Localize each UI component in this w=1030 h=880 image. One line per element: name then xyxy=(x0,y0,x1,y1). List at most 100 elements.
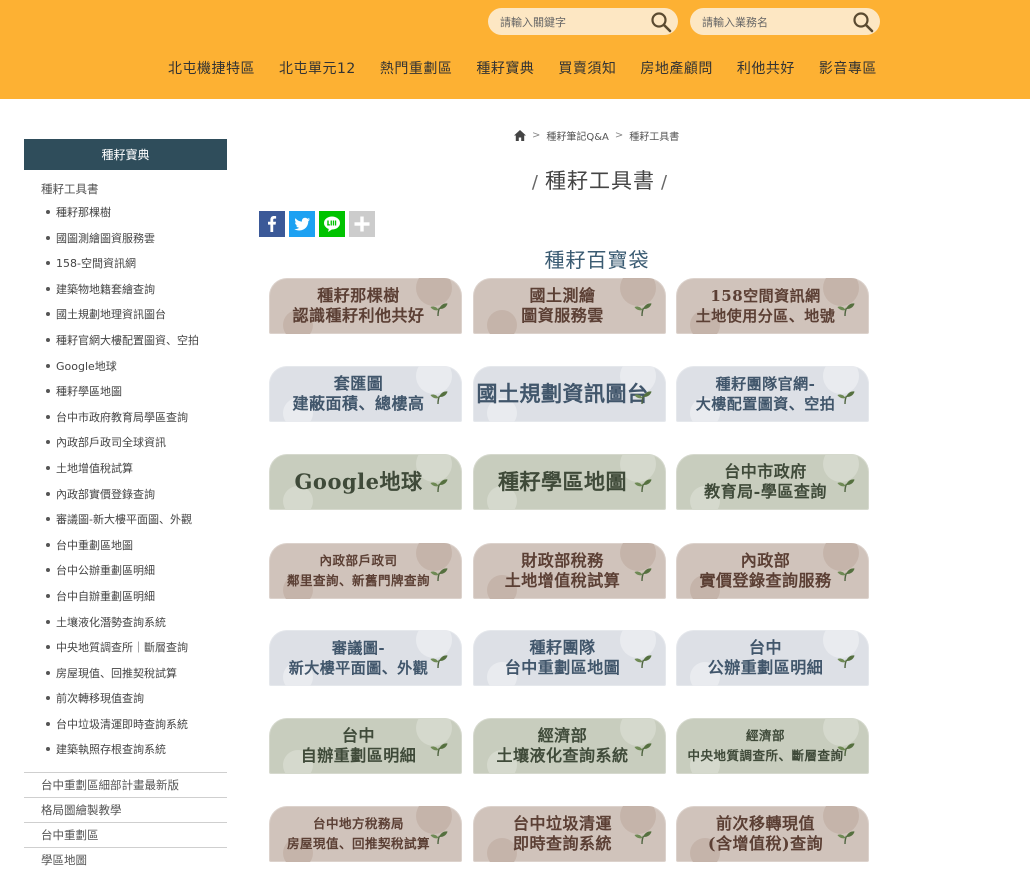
tile-line: 土壤液化查詢系統 xyxy=(496,746,629,765)
sidebar-sub-item[interactable]: 中央地質調查所｜斷層查詢 xyxy=(24,635,227,661)
facebook-share-button[interactable] xyxy=(259,211,285,237)
sidebar-sub-item[interactable]: 種耔學區地圖 xyxy=(24,379,227,405)
sidebar-sub-item[interactable]: Google地球 xyxy=(24,354,227,380)
sprout-icon xyxy=(837,831,855,844)
breadcrumb-current: 種耔工具書 xyxy=(629,132,680,143)
tool-tile[interactable]: 內政部戶政司鄰里查詢、新舊門牌查詢 xyxy=(269,543,462,599)
bullet-icon xyxy=(46,593,50,598)
tool-tile[interactable]: 台中市政府 教育局-學區查詢 xyxy=(676,454,869,510)
search-icon[interactable] xyxy=(852,11,874,33)
sidebar-sub-item[interactable]: 建築執照存根查詢系統 xyxy=(24,737,227,763)
sidebar-sub-item[interactable]: 內政部戶政司全球資訊 xyxy=(24,430,227,456)
sprout-icon xyxy=(430,479,448,492)
bullet-icon xyxy=(46,645,50,650)
bullet-icon xyxy=(46,747,50,752)
more-share-button[interactable] xyxy=(349,211,375,237)
sidebar-sub-item[interactable]: 建築物地籍套繪查詢 xyxy=(24,277,227,303)
tool-tile[interactable]: 套匯圖 建蔽面積、總樓高 xyxy=(269,366,462,422)
sidebar-sub-item[interactable]: 台中自辦重劃區明細 xyxy=(24,584,227,610)
keyword-search-input[interactable] xyxy=(498,11,652,34)
tool-tile[interactable]: 台中 自辦重劃區明細 xyxy=(269,718,462,774)
bullet-icon xyxy=(46,235,50,240)
tile-line: 內政部戶政司 xyxy=(319,553,398,568)
tool-tile[interactable]: 經濟部 中央地質調查所、斷層查詢 xyxy=(676,718,869,774)
sprout-icon xyxy=(837,568,855,581)
sidebar-sub-item-label: 台中公辦重劃區明細 xyxy=(56,564,155,578)
bullet-icon xyxy=(46,389,50,394)
sidebar-sub-item[interactable]: 台中垃圾清運即時查詢系統 xyxy=(24,712,227,738)
sidebar-sub-item-label: 158-空間資訊網 xyxy=(56,257,136,271)
sidebar-sub-item[interactable]: 土地增值稅試算 xyxy=(24,456,227,482)
tool-tile[interactable]: 種耔學區地圖 xyxy=(473,454,666,510)
tile-line: Google地球 xyxy=(294,469,423,494)
nav-item[interactable]: 利他共好 xyxy=(737,58,795,78)
sidebar-sub-item[interactable]: 台中公辦重劃區明細 xyxy=(24,558,227,584)
nav-item[interactable]: 買賣須知 xyxy=(558,58,616,78)
tile-line: 圖資服務雲 xyxy=(521,306,604,325)
tile-line: 鄰里查詢、新舊門牌查詢 xyxy=(286,573,430,588)
sidebar-sub-item[interactable]: 國土規劃地理資訊圖台 xyxy=(24,302,227,328)
tile-line: 國土測繪 xyxy=(529,286,596,305)
tool-tile[interactable]: 種耔團隊 台中重劃區地圖 xyxy=(473,630,666,686)
sidebar-sub-item[interactable]: 種耔那棵樹 xyxy=(24,200,227,226)
tile-line: 經濟部 xyxy=(537,726,588,745)
breadcrumb-link[interactable]: 種耔筆記Q&A xyxy=(546,128,609,143)
tool-tile[interactable]: 財政部稅務 土地增值稅試算 xyxy=(473,543,666,599)
sidebar-main-item[interactable]: 格局圖繪製教學 xyxy=(24,797,227,822)
sidebar-sub-item-label: Google地球 xyxy=(56,359,117,373)
sidebar-main-item[interactable]: 台中重劃區細部計畫最新版 xyxy=(24,772,227,797)
sidebar-sub-item[interactable]: 土壤液化潛勢查詢系統 xyxy=(24,610,227,636)
bullet-icon xyxy=(46,721,50,726)
bullet-icon xyxy=(46,363,50,368)
bullet-icon xyxy=(46,440,50,445)
tool-tile[interactable]: 國土測繪 圖資服務雲 xyxy=(473,278,666,334)
line-share-button[interactable] xyxy=(319,211,345,237)
home-icon[interactable] xyxy=(514,130,526,141)
sidebar-group-title[interactable]: 種耔工具書 xyxy=(24,179,227,200)
sidebar-sub-item-label: 內政部戶政司全球資訊 xyxy=(56,436,166,450)
tool-tile[interactable]: 前次移轉現值 (含增值稅)查詢 xyxy=(676,806,869,862)
agent-search-input[interactable] xyxy=(700,11,854,34)
sidebar-sub-item[interactable]: 台中重劃區地圖 xyxy=(24,533,227,559)
sidebar-sub-item[interactable]: 房屋現值、回推契稅試算 xyxy=(24,661,227,687)
bullet-icon xyxy=(46,414,50,419)
tile-line: 公辦重劃區明細 xyxy=(707,658,824,677)
nav-item[interactable]: 影音專區 xyxy=(819,58,877,78)
tool-tile[interactable]: 台中 公辦重劃區明細 xyxy=(676,630,869,686)
sidebar-sub-item[interactable]: 台中市政府教育局學區查詢 xyxy=(24,405,227,431)
sprout-icon xyxy=(430,568,448,581)
tool-tile[interactable]: 經濟部 土壤液化查詢系統 xyxy=(473,718,666,774)
search-icon[interactable] xyxy=(650,11,672,33)
sprout-icon xyxy=(634,743,652,756)
facebook-icon xyxy=(268,216,277,232)
tile-line: 內政部 xyxy=(740,551,791,570)
tool-tile[interactable]: 審議圖- 新大樓平面圖、外觀 xyxy=(269,630,462,686)
sprout-icon xyxy=(430,831,448,844)
nav-item[interactable]: 熱門重劃區 xyxy=(380,58,453,78)
twitter-share-button[interactable] xyxy=(289,211,315,237)
sidebar-main-item[interactable]: 台中重劃區 xyxy=(24,822,227,847)
nav-item[interactable]: 房地產顧問 xyxy=(640,58,713,78)
tile-line: 土地增值稅試算 xyxy=(504,571,621,590)
sidebar-sub-item[interactable]: 審議圖-新大樓平面圖、外觀 xyxy=(24,507,227,533)
tool-tile[interactable]: 種耔團隊官網- 大樓配置圖資、空拍 xyxy=(676,366,869,422)
sidebar-main-item[interactable]: 學區地圖 xyxy=(24,847,227,872)
tool-tile[interactable]: 國土規劃資訊圖台 xyxy=(473,366,666,422)
tool-tile[interactable]: 內政部 實價登錄查詢服務 xyxy=(676,543,869,599)
tool-tile[interactable]: Google地球 xyxy=(269,454,462,510)
nav-item[interactable]: 北屯機捷特區 xyxy=(168,58,255,78)
nav-item[interactable]: 種耔寶典 xyxy=(476,58,534,78)
sidebar-sub-item[interactable]: 前次轉移現值查詢 xyxy=(24,686,227,712)
sidebar-sub-item[interactable]: 內政部實價登錄查詢 xyxy=(24,482,227,508)
tool-tile[interactable]: 158空間資訊網 土地使用分區、地號 xyxy=(676,278,869,334)
sidebar-sub-item[interactable]: 158-空間資訊網 xyxy=(24,251,227,277)
tool-tile[interactable]: 台中垃圾清運 即時查詢系統 xyxy=(473,806,666,862)
sprout-icon xyxy=(634,479,652,492)
tool-tile[interactable]: 台中地方稅務局 房屋現值、回推契稅試算 xyxy=(269,806,462,862)
sprout-icon xyxy=(430,655,448,668)
sidebar-sub-item[interactable]: 國圖測繪圖資服務雲 xyxy=(24,226,227,252)
sidebar-sub-item[interactable]: 種耔官網大樓配置圖資、空拍 xyxy=(24,328,227,354)
sidebar-heading[interactable]: 種耔寶典 xyxy=(24,139,227,170)
tool-tile[interactable]: 種耔那棵樹 認識種耔利他共好 xyxy=(269,278,462,334)
nav-item[interactable]: 北屯單元12 xyxy=(279,58,356,78)
